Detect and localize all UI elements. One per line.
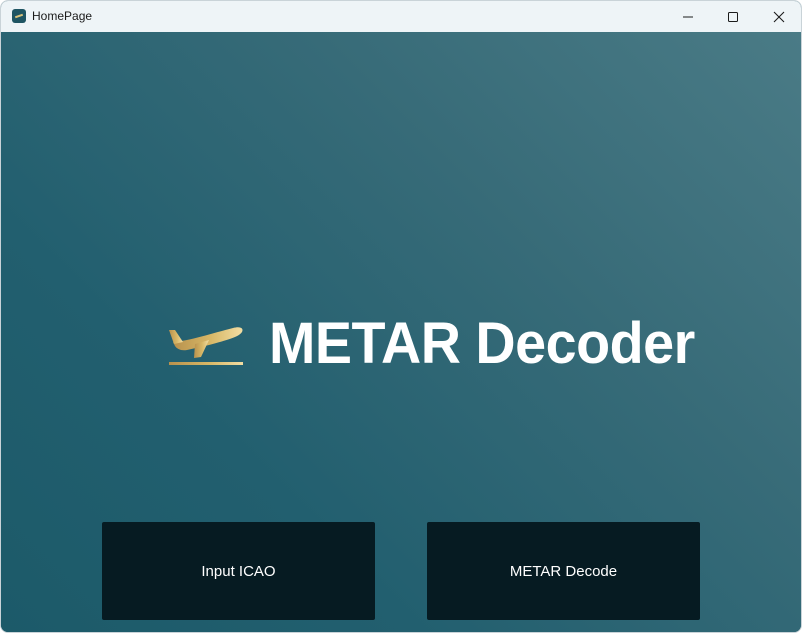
- window-title: HomePage: [32, 9, 93, 23]
- title-bar[interactable]: HomePage: [1, 1, 801, 32]
- app-logo-icon: [12, 9, 26, 23]
- metar-decode-button[interactable]: METAR Decode: [427, 522, 700, 620]
- home-content: METAR Decoder Input ICAO METAR Decode: [1, 32, 801, 632]
- close-icon: [773, 11, 785, 22]
- minimize-button[interactable]: [665, 1, 711, 32]
- minimize-icon: [683, 16, 693, 17]
- app-window: HomePage METAR Decoder Input ICAO METAR …: [0, 0, 802, 633]
- airplane-takeoff-icon: [169, 327, 243, 365]
- maximize-icon: [728, 11, 738, 22]
- app-title: METAR Decoder: [269, 311, 695, 376]
- hero-header: METAR Decoder: [167, 313, 713, 375]
- close-button[interactable]: [756, 1, 801, 32]
- input-icao-button[interactable]: Input ICAO: [102, 522, 375, 620]
- maximize-button[interactable]: [710, 1, 756, 32]
